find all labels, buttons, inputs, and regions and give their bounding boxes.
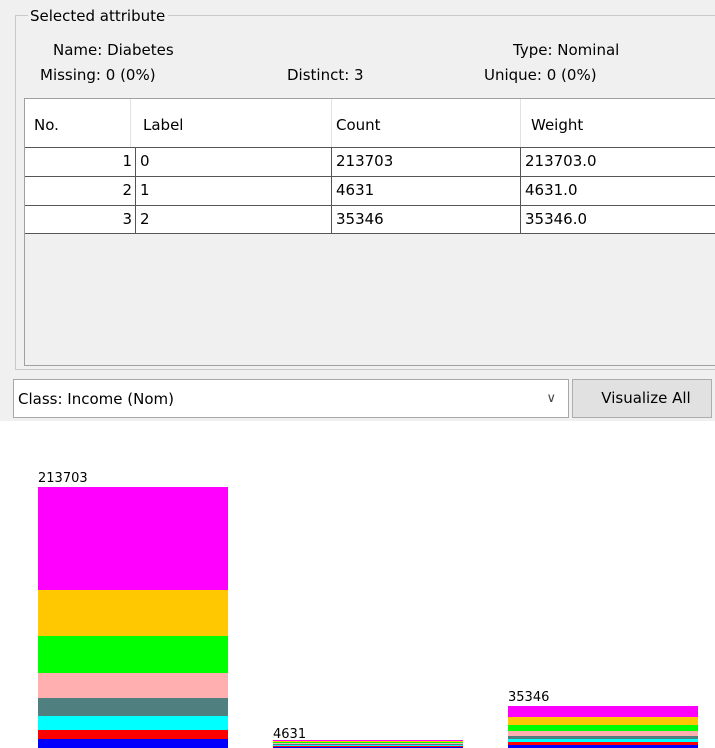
bar-segment (38, 716, 228, 730)
bar-segment (38, 730, 228, 739)
bar-segment (38, 698, 228, 716)
cell-no: 2 (25, 176, 136, 205)
cell-weight: 35346.0 (521, 205, 715, 234)
table-row[interactable]: 3 2 35346 35346.0 (25, 205, 715, 234)
column-header-weight[interactable]: Weight (521, 99, 715, 147)
group-title: Selected attribute (28, 7, 169, 25)
cell-weight: 213703.0 (521, 147, 715, 176)
bar-value-label: 213703 (38, 471, 88, 486)
class-select-value: Class: Income (Nom) (18, 390, 174, 408)
bar-segment (508, 731, 698, 736)
histogram-panel: 213703 4631 35346 (0, 421, 715, 748)
bar-segment (38, 739, 228, 748)
bar-segment (508, 725, 698, 731)
attribute-name: Name: Diabetes (53, 41, 174, 59)
bar-segment (508, 706, 698, 717)
bar-segment (273, 742, 463, 743)
cell-label: 1 (136, 176, 332, 205)
bar-segment (273, 744, 463, 745)
bar-segment (38, 487, 228, 590)
class-select[interactable]: Class: Income (Nom) ∨ (13, 379, 569, 418)
bar-segment (508, 739, 698, 742)
cell-label: 2 (136, 205, 332, 234)
cell-no: 3 (25, 205, 136, 234)
attribute-type: Type: Nominal (513, 41, 620, 59)
cell-count: 4631 (332, 176, 521, 205)
label-table[interactable]: No. Label Count Weight 1 0 213703 213703… (24, 98, 715, 366)
bar-value-label: 4631 (273, 727, 306, 742)
bar-segment (273, 745, 463, 746)
table-row[interactable]: 1 0 213703 213703.0 (25, 147, 715, 176)
chevron-down-icon[interactable]: ∨ (546, 380, 556, 418)
bar-value-label: 35346 (508, 690, 549, 705)
bar-segment (273, 746, 463, 747)
column-header-count[interactable]: Count (332, 99, 521, 147)
cell-label: 0 (136, 147, 332, 176)
table-header: No. Label Count Weight (25, 99, 715, 148)
cell-no: 1 (25, 147, 136, 176)
bar-segment (508, 736, 698, 739)
bar-segment (38, 636, 228, 673)
bar-segment (508, 742, 698, 745)
bar-segment (38, 673, 228, 698)
histogram-chart: 213703 4631 35346 (38, 471, 698, 748)
attribute-distinct: Distinct: 3 (287, 66, 364, 84)
column-header-label[interactable]: Label (131, 99, 332, 147)
bar-segment (38, 590, 228, 636)
attribute-unique: Unique: 0 (0%) (484, 66, 597, 84)
column-header-no[interactable]: No. (34, 99, 131, 147)
cell-weight: 4631.0 (521, 176, 715, 205)
bar-segment (273, 743, 463, 744)
visualize-all-button[interactable]: Visualize All (572, 379, 712, 418)
cell-count: 35346 (332, 205, 521, 234)
bar-segment (508, 717, 698, 725)
cell-count: 213703 (332, 147, 521, 176)
table-row[interactable]: 2 1 4631 4631.0 (25, 176, 715, 205)
attribute-missing: Missing: 0 (0%) (40, 66, 156, 84)
